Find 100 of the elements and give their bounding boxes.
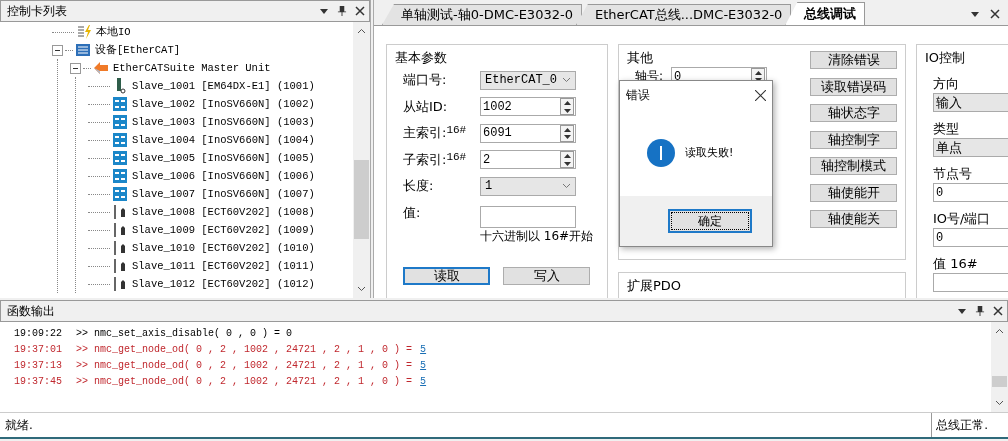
scrollbar-thumb[interactable] xyxy=(354,160,369,239)
tree-item[interactable]: Slave_1009 [ECT60V202] (1009) xyxy=(132,224,315,236)
tree-item[interactable]: Slave_1008 [ECT60V202] (1008) xyxy=(132,206,315,218)
panel-title: 控制卡列表 xyxy=(7,2,68,20)
input-field[interactable] xyxy=(480,205,576,228)
scroll-up-icon[interactable] xyxy=(357,27,366,36)
field-prefix: 16# xyxy=(446,124,467,139)
tree-item[interactable]: Slave_1010 [ECT60V202] (1010) xyxy=(132,242,315,254)
button[interactable]: 轴使能开 xyxy=(810,183,897,202)
scroll-down-icon[interactable] xyxy=(995,398,1004,407)
scrollbar[interactable] xyxy=(353,22,370,298)
button[interactable]: 写入 xyxy=(503,267,590,285)
log-time: 19:09:22 xyxy=(14,327,62,339)
button[interactable]: 读取错误码 xyxy=(810,77,897,96)
drive-icon xyxy=(112,114,128,130)
spin-field[interactable]: 6091 xyxy=(480,123,576,143)
chevron-down-icon[interactable] xyxy=(562,183,571,190)
log-time: 19:37:45 xyxy=(14,375,62,387)
close-icon[interactable] xyxy=(355,6,365,16)
button[interactable]: 轴使能关 xyxy=(810,210,897,228)
tree-item[interactable]: 设备[EtherCAT] xyxy=(95,43,180,57)
log-text: >> nmc_get_node_od( 0 , 2 , 1002 , 24721 , 2 , 1 , 0 ) = xyxy=(76,343,413,355)
dropdown-icon[interactable] xyxy=(957,306,967,316)
button[interactable]: 轴控制字 xyxy=(810,130,897,149)
info-icon xyxy=(647,138,675,167)
hint-text: 十六进制以 16#开始 xyxy=(480,228,595,245)
result-link[interactable]: 5 xyxy=(416,359,431,371)
field-label: 值 16# xyxy=(933,255,979,273)
tab[interactable]: EtherCAT总线...DMC-E3032-0 xyxy=(575,4,792,25)
field-label: 主索引: xyxy=(403,124,447,143)
scroll-up-icon[interactable] xyxy=(995,327,1004,336)
field-label: 节点号 xyxy=(933,165,973,183)
tree-item[interactable]: Slave_1006 [InoSV660N] (1006) xyxy=(132,170,315,182)
drive-icon xyxy=(112,96,128,112)
field-label: 长度: xyxy=(403,177,434,196)
drive-icon xyxy=(112,186,128,202)
tree-item[interactable]: Slave_1004 [InoSV660N] (1004) xyxy=(132,134,315,146)
button[interactable]: 读取 xyxy=(403,267,490,285)
log-time: 19:37:01 xyxy=(14,343,62,355)
drive-icon xyxy=(112,240,128,256)
field-label: 子索引: xyxy=(403,150,447,169)
spin-field[interactable]: 2 xyxy=(480,150,576,170)
tree-item[interactable]: Slave_1007 [InoSV660N] (1007) xyxy=(132,188,315,200)
tree-item[interactable]: Slave_1005 [InoSV660N] (1005) xyxy=(132,152,315,164)
status-text: 就绪. xyxy=(5,416,34,434)
scroll-down-icon[interactable] xyxy=(357,284,366,293)
dropdown[interactable]: EtherCAT_0 xyxy=(480,70,576,90)
dropdown-icon[interactable] xyxy=(319,6,329,16)
tree-item[interactable]: Slave_1002 [InoSV660N] (1002) xyxy=(132,98,315,110)
log-text: >> nmc_set_axis_disable( 0 , 0 ) = 0 xyxy=(76,327,293,339)
tab[interactable]: 单轴测试-轴0-DMC-E3032-0 xyxy=(382,4,582,25)
button[interactable]: 轴控制模式 xyxy=(810,157,897,175)
close-icon[interactable] xyxy=(755,89,766,101)
group-title: 其他 xyxy=(625,49,655,67)
field-label: 方向 xyxy=(933,75,960,93)
dialog-title: 错误 xyxy=(626,86,650,104)
tree-item[interactable]: EtherCATSuite Master Unit xyxy=(113,62,271,74)
ok-button[interactable]: 确定 xyxy=(668,209,752,233)
log-text: >> nmc_get_node_od( 0 , 2 , 1002 , 24721 , 2 , 1 , 0 ) = xyxy=(76,359,413,371)
tree-item[interactable]: Slave_1001 [EM64DX-E1] (1001) xyxy=(132,80,315,92)
spin-buttons[interactable] xyxy=(560,124,574,142)
group-title: IO控制 xyxy=(923,49,968,67)
result-link[interactable]: 5 xyxy=(416,343,431,355)
log-text: >> nmc_get_node_od( 0 , 2 , 1002 , 24721 , 2 , 1 , 0 ) = xyxy=(76,375,413,387)
drive-icon xyxy=(112,168,128,184)
tree-item[interactable]: Slave_1012 [ECT60V202] (1012) xyxy=(132,278,315,290)
spin-buttons[interactable] xyxy=(560,98,574,116)
group-title: 扩展PDO xyxy=(625,277,684,295)
close-icon[interactable] xyxy=(993,306,1003,316)
input-field[interactable]: 0 xyxy=(933,183,1008,202)
close-icon[interactable] xyxy=(990,9,1000,19)
scrollbar[interactable] xyxy=(991,322,1008,412)
dropdown[interactable]: 1 xyxy=(480,176,576,196)
tree-item[interactable]: Slave_1011 [ECT60V202] (1011) xyxy=(132,260,315,272)
collapse-icon[interactable] xyxy=(52,44,63,56)
field-label: 值: xyxy=(403,203,421,222)
result-link[interactable]: 5 xyxy=(416,375,431,387)
tree-item[interactable]: Slave_1003 [InoSV660N] (1003) xyxy=(132,116,315,128)
dropdown-icon[interactable] xyxy=(970,9,980,19)
field-label: 端口号: xyxy=(403,71,447,90)
chevron-down-icon[interactable] xyxy=(562,77,571,84)
log-time: 19:37:13 xyxy=(14,359,62,371)
scrollbar-thumb[interactable] xyxy=(992,376,1007,387)
tree-item[interactable]: 本地IO xyxy=(96,25,131,39)
drive-icon xyxy=(112,150,128,166)
field-label: 类型 xyxy=(933,120,960,138)
drive-icon xyxy=(112,258,128,274)
tab[interactable]: 总线调试 xyxy=(785,2,866,25)
collapse-icon[interactable] xyxy=(70,62,81,74)
dropdown[interactable]: 输入 xyxy=(933,93,1008,112)
button[interactable]: 轴状态字 xyxy=(810,104,897,122)
status-text: 总线正常. xyxy=(931,413,994,437)
input-field[interactable]: 0 xyxy=(933,228,1008,247)
input-field[interactable] xyxy=(933,273,1008,292)
drive-icon xyxy=(112,132,128,148)
drive-icon xyxy=(112,276,128,292)
button[interactable]: 清除错误 xyxy=(810,51,897,69)
spin-field[interactable]: 1002 xyxy=(480,97,576,117)
spin-buttons[interactable] xyxy=(560,151,574,169)
dropdown[interactable]: 单点 xyxy=(933,138,1008,157)
